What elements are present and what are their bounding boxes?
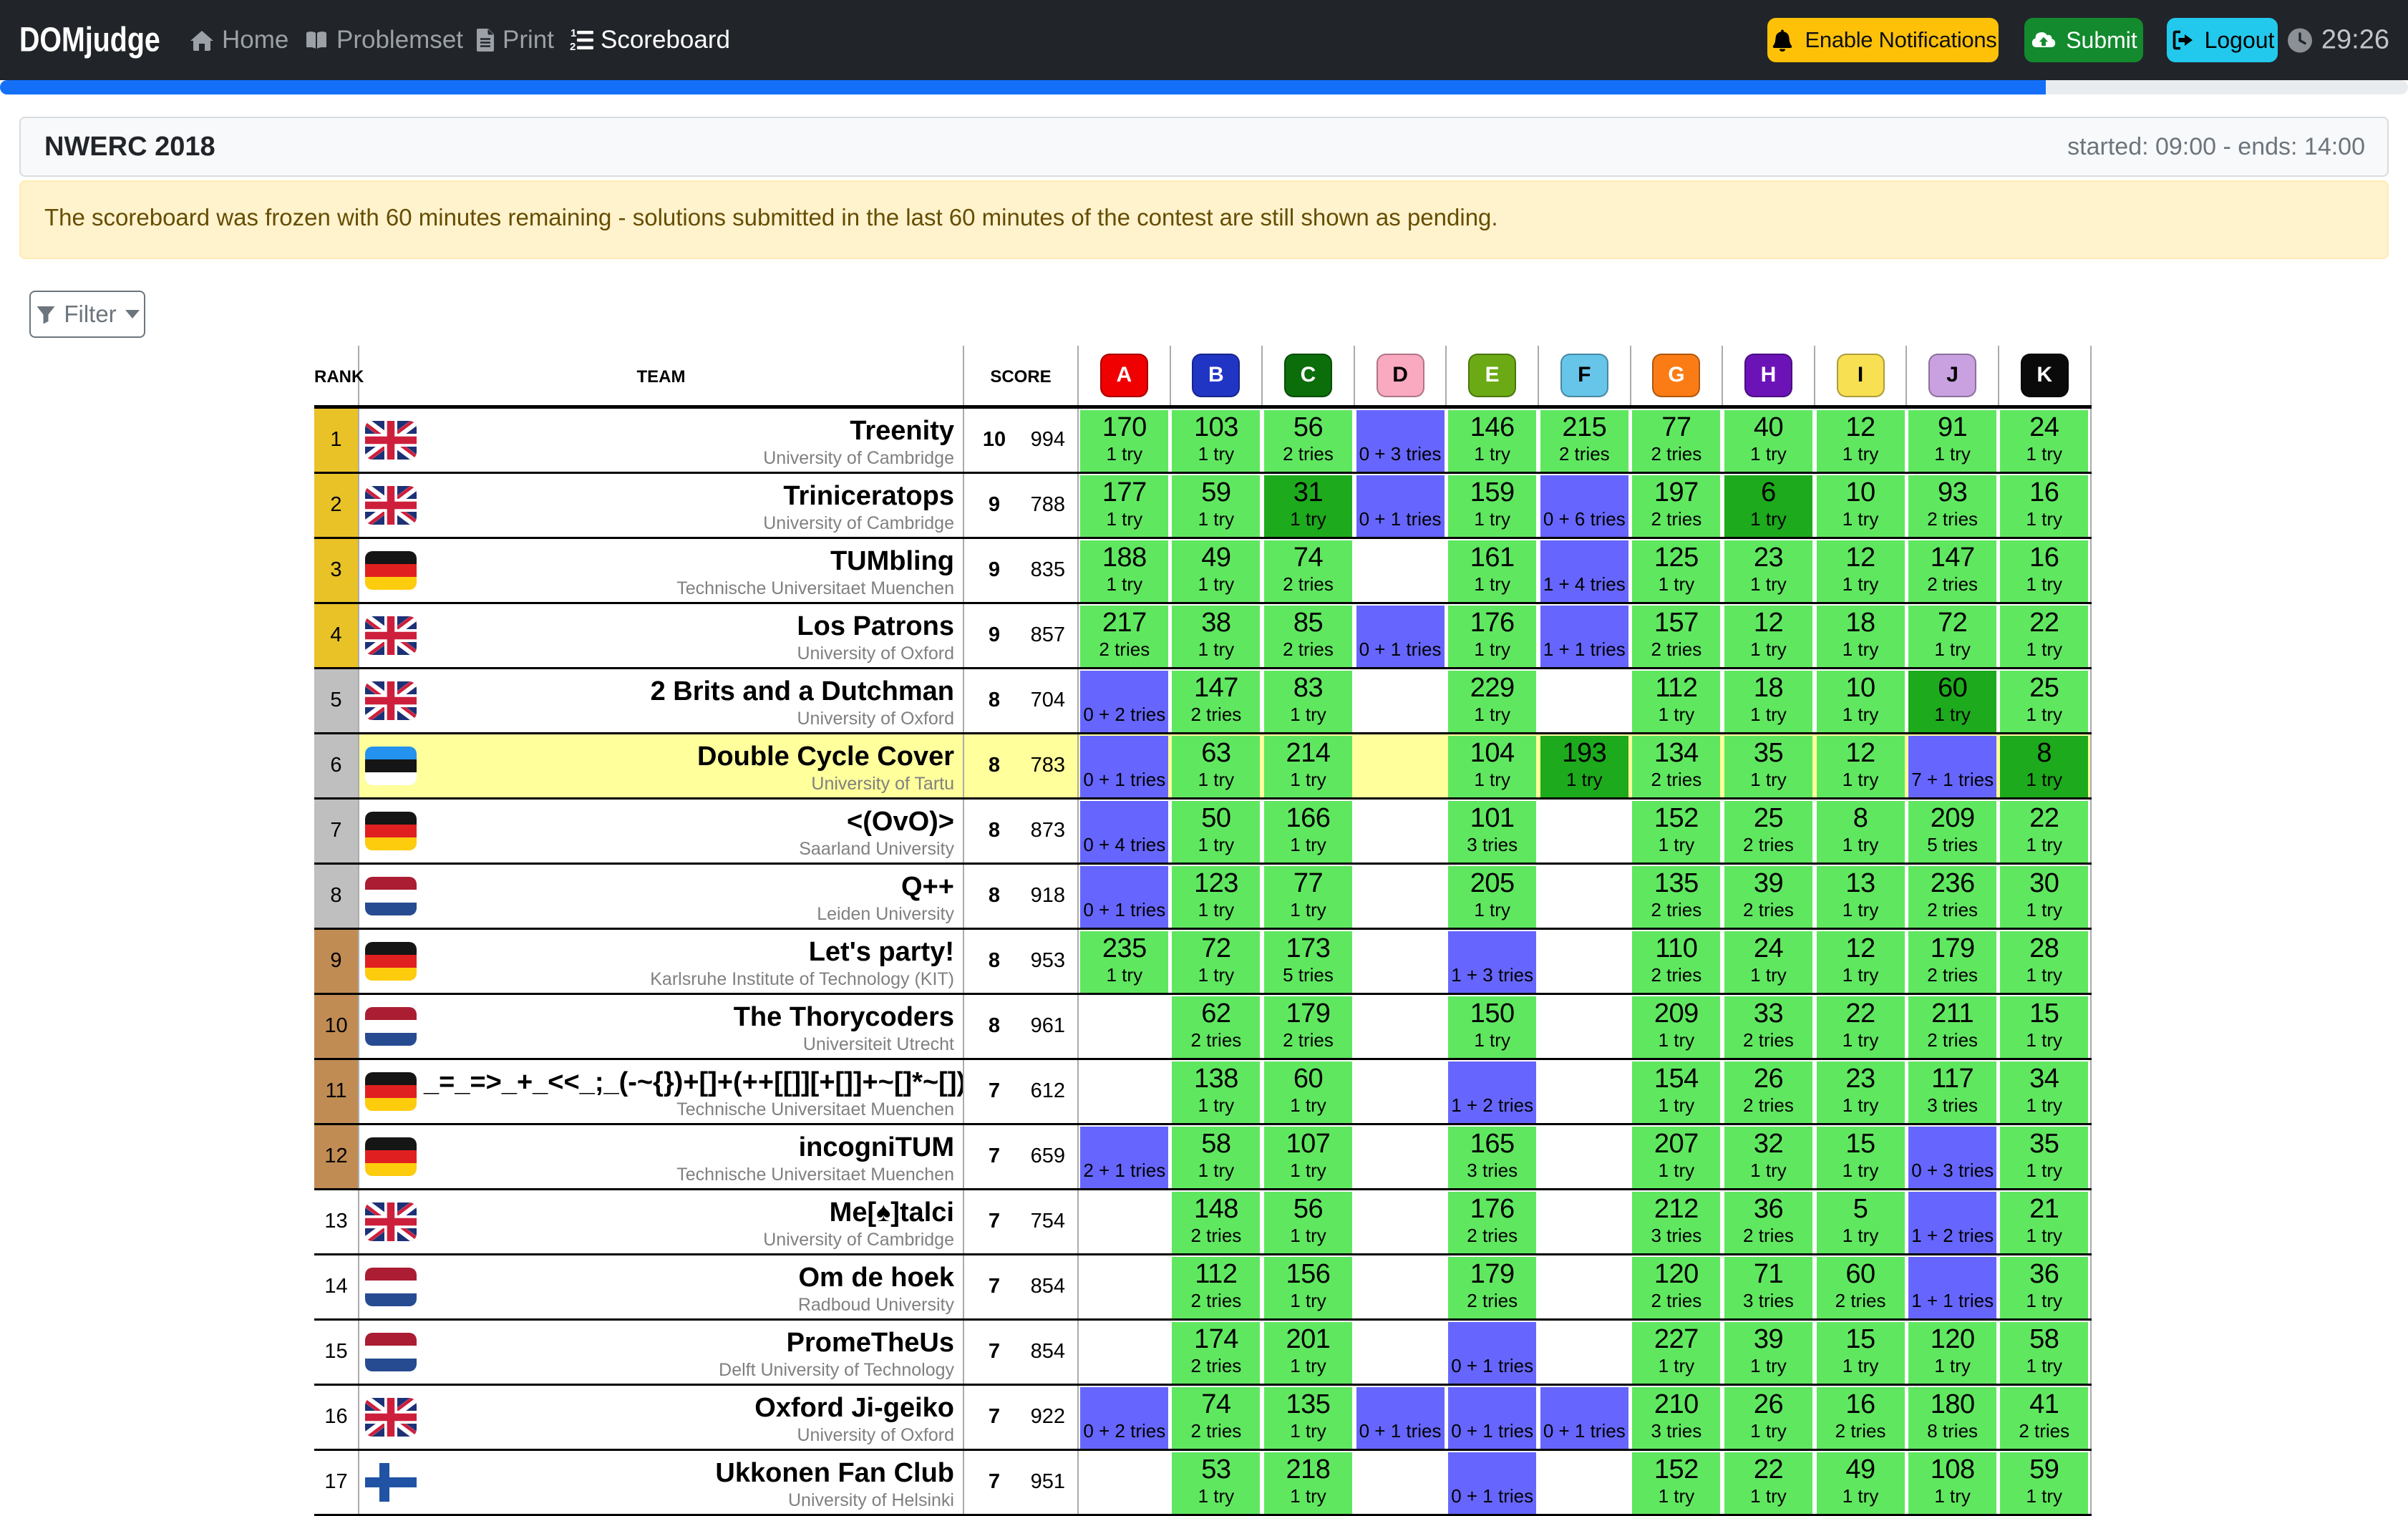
svg-text:2: 2 — [570, 41, 576, 53]
svg-text:1: 1 — [571, 27, 576, 39]
